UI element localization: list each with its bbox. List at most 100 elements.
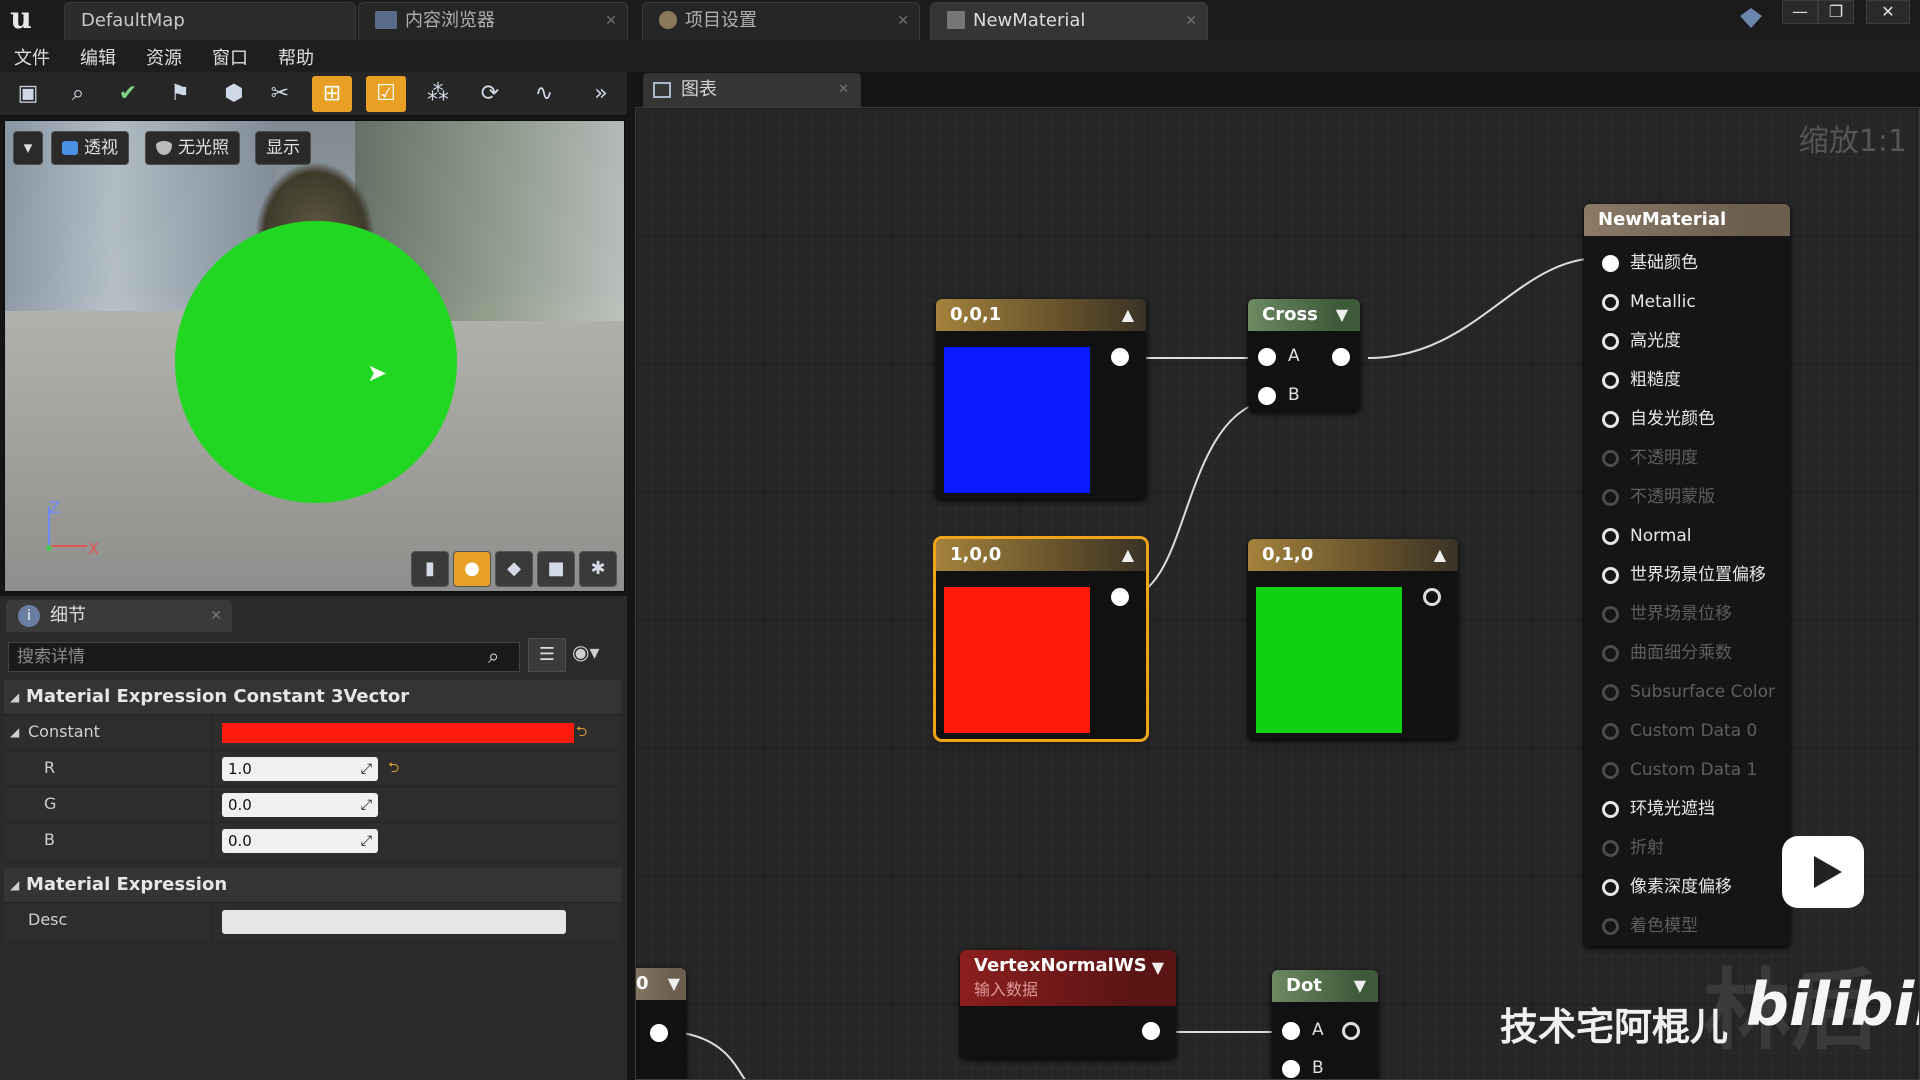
cylinder-preview-button[interactable]: ▮ [411, 551, 449, 587]
menu-file[interactable]: 文件 [14, 44, 50, 70]
input-pin-a[interactable] [1282, 1022, 1300, 1040]
menu-window[interactable]: 窗口 [212, 44, 248, 70]
material-input-row[interactable]: Normal [1602, 521, 1692, 551]
input-pin[interactable] [1602, 645, 1619, 662]
close-icon[interactable]: ✕ [838, 73, 849, 107]
eye-icon[interactable]: ◉▾ [572, 640, 600, 664]
node-header[interactable]: VertexNormalWS 输入数据 ▼ [960, 950, 1176, 1006]
input-pin[interactable] [1602, 606, 1619, 623]
output-pin[interactable] [1423, 588, 1441, 606]
material-input-row[interactable]: 折射 [1602, 833, 1664, 863]
input-pin[interactable] [1602, 528, 1619, 545]
show-button[interactable]: 显示 [255, 131, 311, 165]
input-pin[interactable] [1602, 918, 1619, 935]
input-pin-b[interactable] [1258, 387, 1276, 405]
spin-icon[interactable]: ⤢ [361, 757, 372, 781]
b-value-field[interactable]: 0.0 ⤢ [222, 829, 378, 853]
home-icon[interactable]: ⬢ [214, 76, 254, 112]
material-result-node[interactable]: NewMaterial 基础颜色 Metallic 高光度 粗糙度 自发光颜色 不透明度不… [1584, 204, 1790, 946]
view-mode-button[interactable]: 无光照 [145, 131, 240, 165]
menu-asset[interactable]: 资源 [146, 44, 182, 70]
close-icon[interactable]: ✕ [1185, 3, 1197, 39]
collapse-arrow-icon[interactable]: ▲ [1122, 299, 1134, 331]
node-header[interactable]: NewMaterial [1584, 204, 1790, 236]
reset-to-default-icon[interactable]: ⮌ [388, 751, 399, 785]
material-input-row[interactable]: Metallic [1602, 287, 1696, 317]
tab-newmaterial[interactable]: NewMaterial ✕ [930, 2, 1208, 40]
tab-content-browser[interactable]: 内容浏览器 ✕ [358, 2, 628, 40]
constant-color-swatch[interactable] [222, 723, 574, 743]
plane-preview-button[interactable]: ◆ [495, 551, 533, 587]
reset-to-default-icon[interactable]: ⮌ [576, 715, 587, 749]
material-input-row[interactable]: 像素深度偏移 [1602, 872, 1732, 902]
node-header[interactable]: Dot ▼ [1272, 970, 1378, 1002]
spin-icon[interactable]: ⤢ [361, 793, 372, 817]
vertexnormalws-node[interactable]: VertexNormalWS 输入数据 ▼ [960, 950, 1176, 1058]
input-pin-b[interactable] [1282, 1060, 1300, 1078]
input-pin[interactable] [1602, 372, 1619, 389]
section-constant-3vector[interactable]: ◢ Material Expression Constant 3Vector [4, 680, 621, 714]
collapse-arrow-icon[interactable]: ▲ [1122, 539, 1134, 571]
spin-icon[interactable]: ⤢ [361, 829, 372, 853]
constant3vector-node-blue[interactable]: 0,0,1 ▲ [936, 299, 1146, 499]
material-input-row[interactable]: 世界场景位置偏移 [1602, 560, 1766, 590]
collapse-arrow-icon[interactable]: ▼ [1354, 970, 1366, 1002]
constant3vector-node-red[interactable]: 1,0,0 ▲ [933, 536, 1149, 742]
material-input-row[interactable]: Custom Data 0 [1602, 716, 1757, 746]
output-pin[interactable] [1332, 348, 1350, 366]
node-header[interactable]: Cross ▼ [1248, 299, 1360, 331]
clean-up-icon[interactable]: ✂ [260, 76, 300, 112]
cube-preview-button[interactable]: ■ [537, 551, 575, 587]
input-pin[interactable] [1602, 684, 1619, 701]
material-input-row[interactable]: 曲面细分乘数 [1602, 638, 1732, 668]
node-header[interactable]: 0,1,0 ▲ [1248, 539, 1458, 571]
close-icon[interactable]: ✕ [897, 3, 909, 39]
search-icon[interactable]: ⌕ [488, 644, 499, 668]
collapse-icon[interactable]: ◢ [10, 715, 19, 749]
browse-icon[interactable]: ⌕ [58, 76, 98, 112]
output-pin[interactable] [1111, 588, 1129, 606]
preview-viewport[interactable]: ➤ ▾ 透视 无光照 显示 Z X ▮ ● ◆ ■ ✱ [4, 120, 625, 592]
collapse-icon[interactable]: ◢ [10, 680, 19, 714]
constant3vector-node-green[interactable]: 0,1,0 ▲ [1248, 539, 1458, 739]
node-header[interactable]: 1,0,0 ▲ [936, 539, 1146, 571]
material-input-row[interactable]: 着色模型 [1602, 911, 1698, 941]
material-graph[interactable]: 缩放1:1 0,0,1 ▲ 1,0,0 ▲ 0,1,0 ▲ Cross ▼ A B Ne… [635, 107, 1920, 1080]
maximize-button[interactable]: ❐ [1818, 0, 1854, 24]
menu-help[interactable]: 帮助 [278, 44, 314, 70]
close-icon[interactable]: ✕ [210, 600, 222, 632]
custom-mesh-preview-button[interactable]: ✱ [579, 551, 617, 587]
input-pin[interactable] [1602, 567, 1619, 584]
collapse-arrow-icon[interactable]: ▲ [1434, 539, 1446, 571]
input-pin[interactable] [1602, 333, 1619, 350]
dot-node[interactable]: Dot ▼ A B [1272, 970, 1378, 1079]
material-input-row[interactable]: 世界场景位移 [1602, 599, 1732, 629]
close-window-button[interactable]: ✕ [1866, 0, 1910, 24]
input-pin-a[interactable] [1258, 348, 1276, 366]
more-icon[interactable]: » [584, 76, 618, 112]
tab-project-settings[interactable]: 项目设置 ✕ [642, 2, 920, 40]
property-matrix-button[interactable]: ☰ [528, 638, 566, 672]
details-search-input[interactable]: 搜索详情 [8, 642, 520, 672]
collapse-icon[interactable]: ◢ [10, 868, 19, 902]
input-pin[interactable] [1602, 723, 1619, 740]
material-input-row[interactable]: 基础颜色 [1602, 248, 1698, 278]
input-pin[interactable] [1602, 801, 1619, 818]
collapse-arrow-icon[interactable]: ▼ [668, 968, 680, 1000]
source-control-icon[interactable] [1740, 8, 1762, 28]
partial-node[interactable]: 0 ▼ [636, 968, 686, 1079]
output-pin[interactable] [1111, 348, 1129, 366]
close-icon[interactable]: ✕ [605, 3, 617, 39]
input-pin[interactable] [1602, 294, 1619, 311]
output-pin[interactable] [650, 1024, 668, 1042]
apply-icon[interactable]: ✔ [108, 76, 148, 112]
material-input-row[interactable]: 粗糙度 [1602, 365, 1681, 395]
minimize-button[interactable]: — [1782, 0, 1818, 24]
save-icon[interactable]: ▣ [8, 76, 48, 112]
material-input-row[interactable]: 不透明蒙版 [1602, 482, 1715, 512]
material-input-row[interactable]: Custom Data 1 [1602, 755, 1757, 785]
tab-details[interactable]: i 细节 ✕ [6, 600, 232, 632]
cross-node[interactable]: Cross ▼ A B [1248, 299, 1360, 411]
live-update-icon[interactable]: ⟳ [470, 76, 510, 112]
stats-icon[interactable]: ∿ [524, 76, 564, 112]
